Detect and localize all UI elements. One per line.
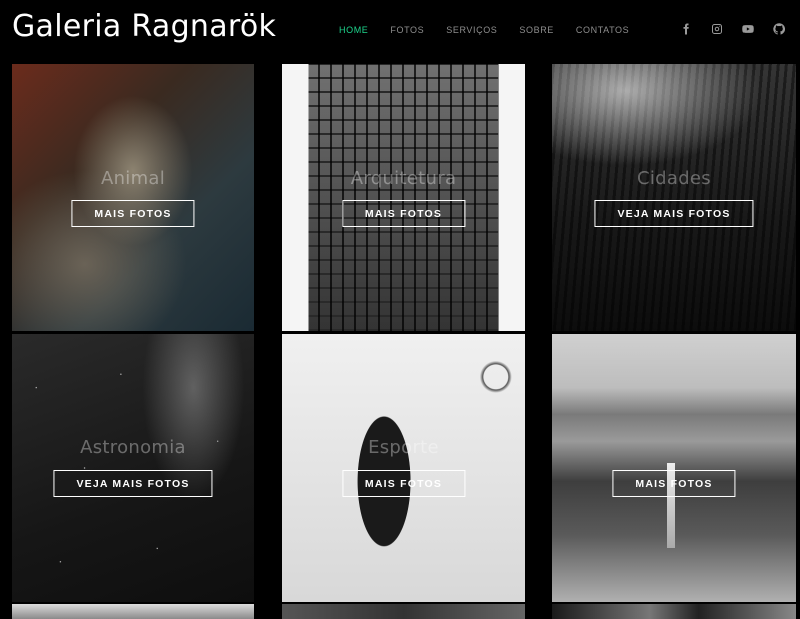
youtube-icon[interactable] [741, 22, 755, 36]
more-photos-button[interactable]: VEJA MAIS FOTOS [53, 470, 213, 497]
more-photos-button[interactable]: MAIS FOTOS [71, 200, 195, 227]
more-photos-button[interactable]: MAIS FOTOS [341, 470, 466, 497]
tile-title: Cidades [636, 168, 711, 189]
nav-contatos[interactable]: CONTATOS [576, 25, 629, 35]
tile-image-city [552, 64, 796, 331]
tile-image [12, 604, 254, 619]
tile-image [552, 604, 796, 619]
gallery-tile-architecture[interactable]: Arquitetura MAIS FOTOS [282, 64, 525, 331]
tile-title: Esporte [368, 437, 439, 458]
main-menu: HOME FOTOS SERVIÇOS SOBRE CONTATOS [339, 25, 629, 35]
more-photos-button[interactable]: VEJA MAIS FOTOS [594, 200, 754, 227]
tile-image-wolf [12, 64, 254, 331]
tile-title: Arquitetura [350, 168, 457, 189]
gallery-tile-partial[interactable] [282, 604, 525, 619]
gallery-tile-animal[interactable]: Animal MAIS FOTOS [12, 64, 254, 331]
tile-title: Animal [100, 168, 166, 189]
tile-image-building [282, 64, 525, 331]
github-icon[interactable] [772, 22, 786, 36]
social-links [679, 22, 786, 36]
gallery-tile-astronomy[interactable]: Astronomia VEJA MAIS FOTOS [12, 334, 254, 602]
gallery-tile-partial[interactable] [552, 604, 796, 619]
gallery-tile-cities[interactable]: Cidades VEJA MAIS FOTOS [552, 64, 796, 331]
nav-fotos[interactable]: FOTOS [390, 25, 424, 35]
facebook-icon[interactable] [679, 22, 693, 36]
tile-title: Astronomia [80, 437, 186, 458]
more-photos-button[interactable]: MAIS FOTOS [341, 200, 466, 227]
instagram-icon[interactable] [710, 22, 724, 36]
nav-home[interactable]: HOME [339, 25, 368, 35]
nav-sobre[interactable]: SOBRE [519, 25, 554, 35]
navbar: Galeria Ragnarök HOME FOTOS SERVIÇOS SOB… [0, 0, 800, 62]
tile-image [282, 604, 525, 619]
gallery-tile-partial[interactable] [12, 604, 254, 619]
tile-image-basketball [282, 334, 525, 602]
site-logo[interactable]: Galeria Ragnarök [12, 9, 276, 44]
gallery-tile-landscape[interactable]: MAIS FOTOS [552, 334, 796, 602]
nav-servicos[interactable]: SERVIÇOS [446, 25, 497, 35]
gallery-tile-sports[interactable]: Esporte MAIS FOTOS [282, 334, 525, 602]
more-photos-button[interactable]: MAIS FOTOS [612, 470, 736, 497]
tile-image-milky-way [12, 334, 254, 602]
